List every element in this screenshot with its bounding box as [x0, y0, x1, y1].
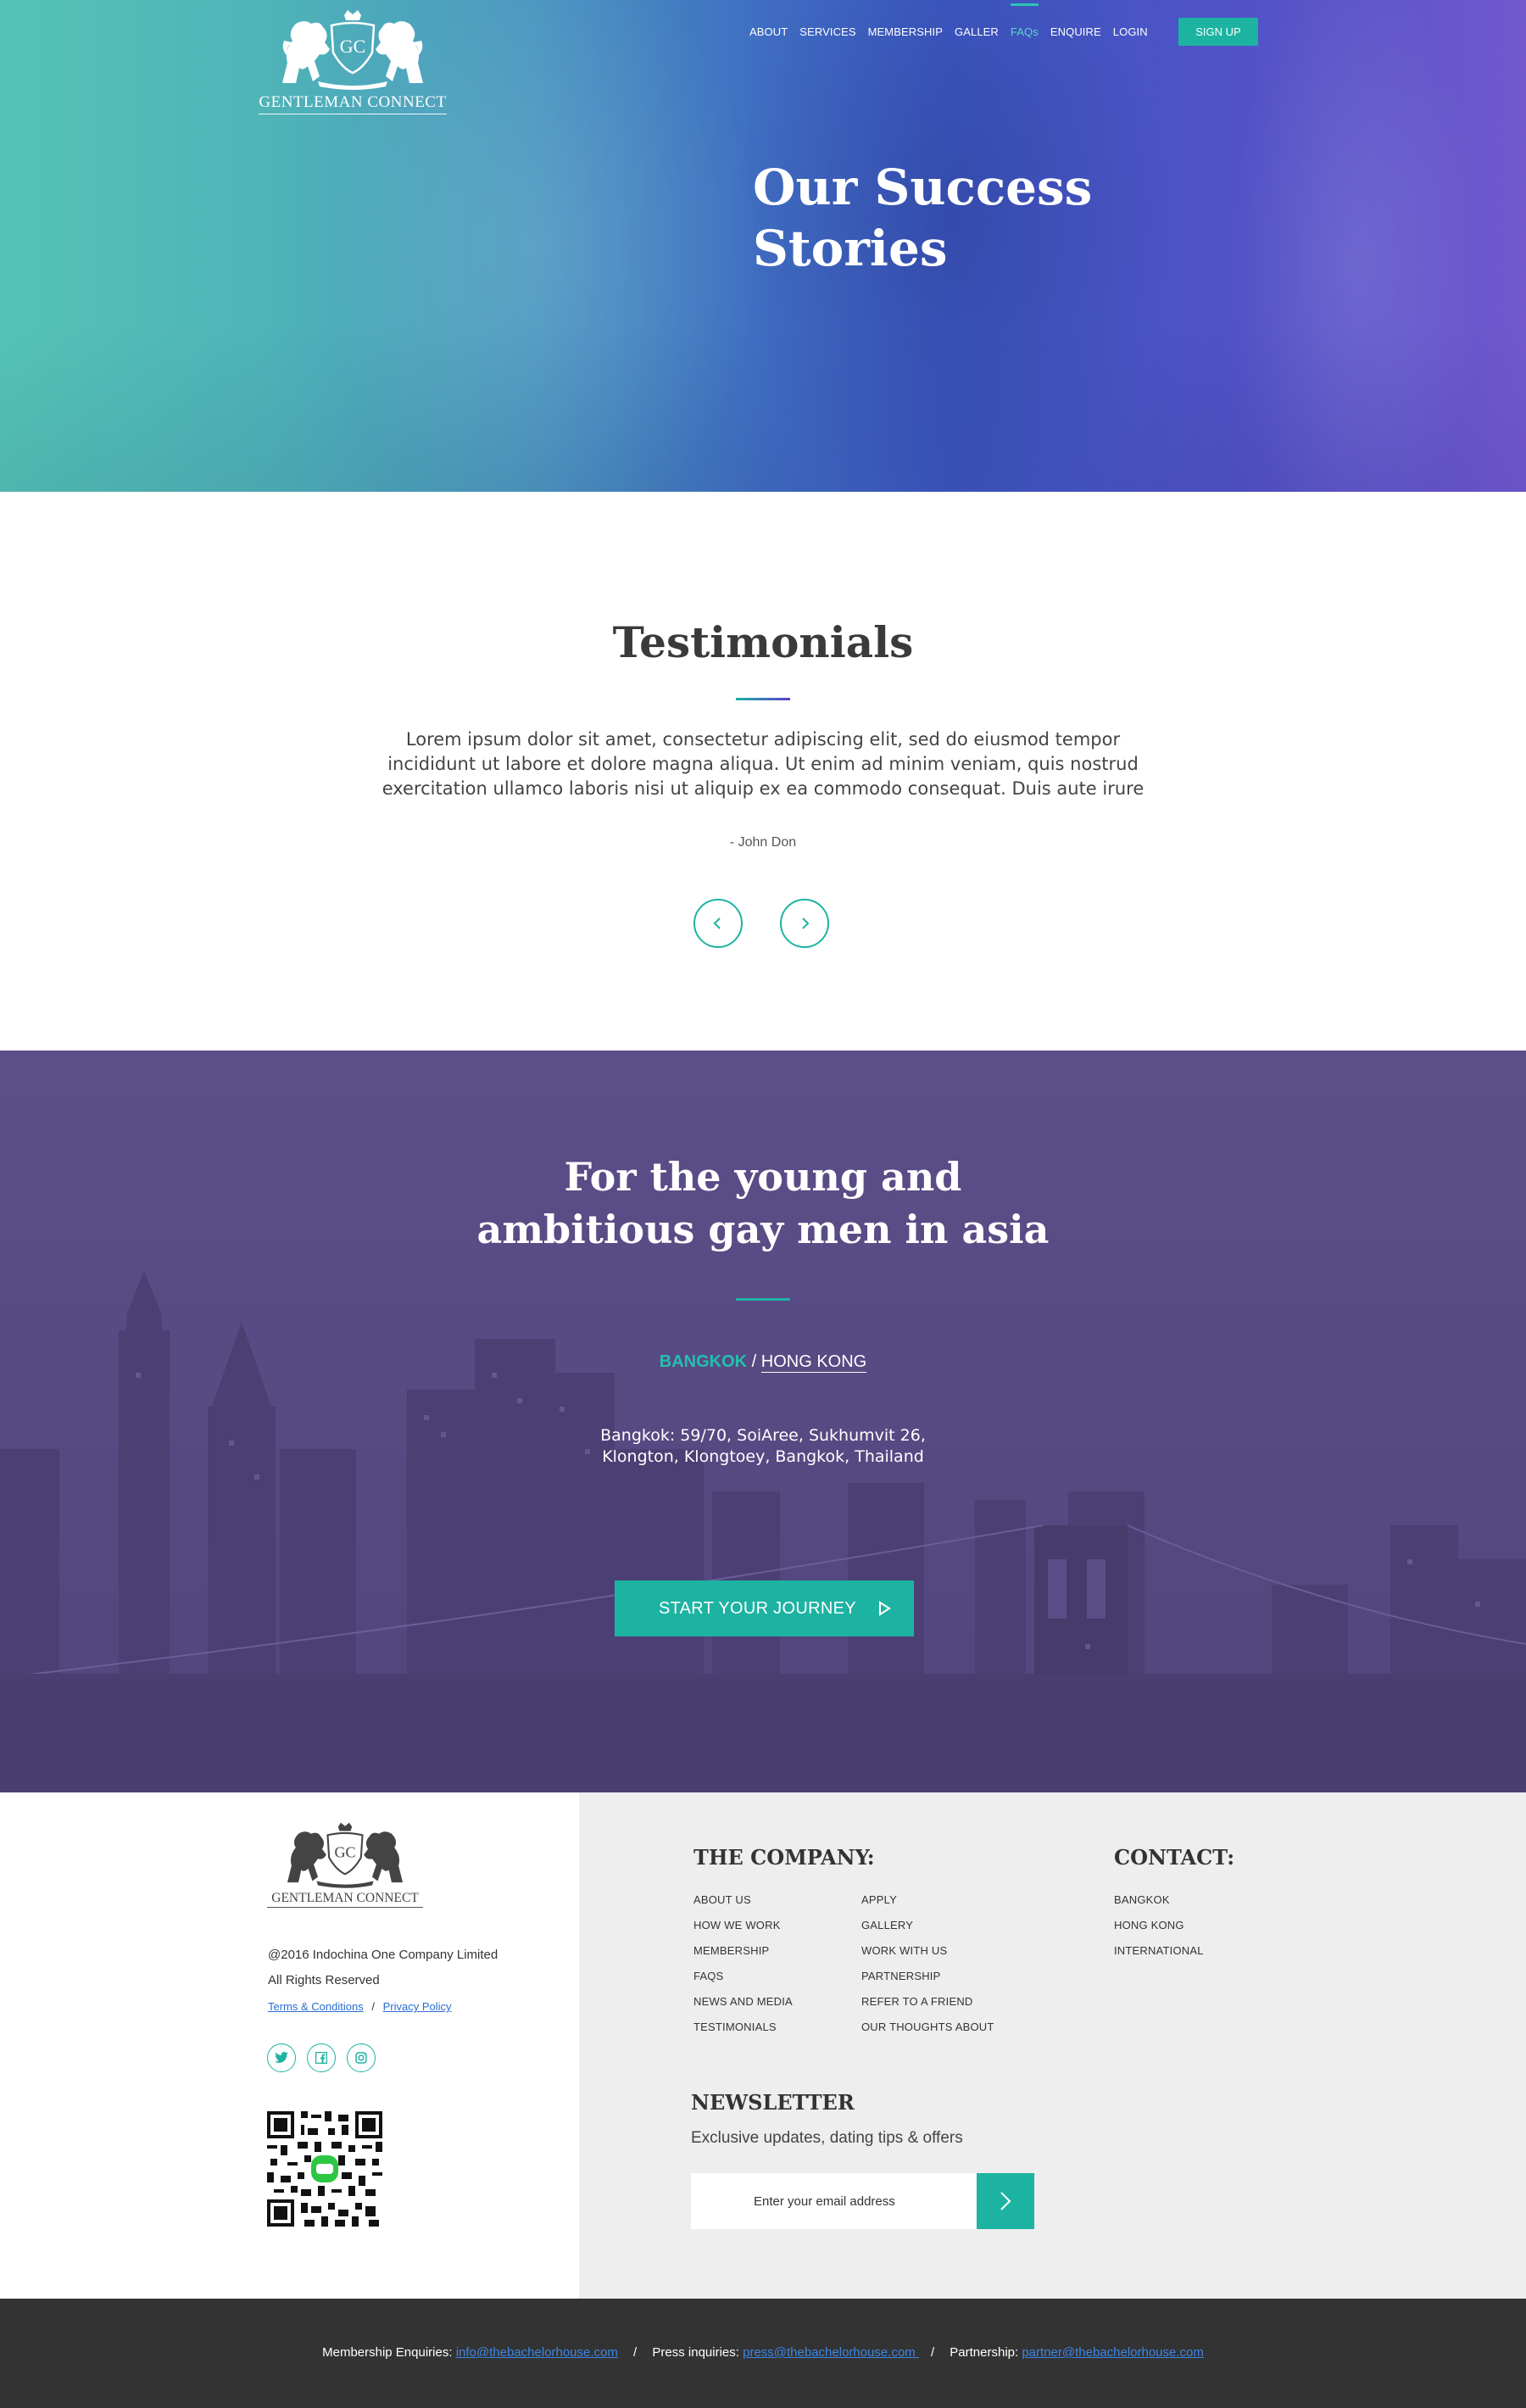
contact-bar-line: Membership Enquiries: info@thebachelorho…: [0, 2345, 1526, 2360]
address-line1: Bangkok: 59/70, SoiAree, Sukhumvit 26,: [600, 1426, 926, 1445]
main-nav: ABOUT SERVICES MEMBERSHIP GALLER FAQs EN…: [749, 3, 1160, 41]
contact-links: BANGKOK HONG KONG INTERNATIONAL: [1114, 1893, 1204, 1970]
crest-icon: GC: [287, 1822, 404, 1888]
city-separator: /: [751, 1352, 757, 1371]
newsletter-subtitle: Exclusive updates, dating tips & offers: [691, 2129, 963, 2147]
cta-heading-line1: For the young and: [564, 1154, 962, 1200]
footer-link-faqs[interactable]: FAQS: [693, 1970, 793, 1995]
line-qr-code: [267, 2111, 382, 2227]
twitter-link[interactable]: [267, 2043, 296, 2072]
chevron-right-icon: [1000, 2192, 1011, 2210]
testimonial-prev-button[interactable]: [693, 899, 743, 948]
legal-links: Terms & Conditions / Privacy Policy: [268, 2000, 452, 2013]
partnership-label: Partnership:: [950, 2345, 1019, 2360]
nav-login[interactable]: LOGIN: [1113, 25, 1148, 38]
signup-button[interactable]: SIGN UP: [1178, 18, 1258, 46]
footer-link-membership[interactable]: MEMBERSHIP: [693, 1944, 793, 1970]
twitter-icon: [275, 2052, 288, 2063]
heading-divider: [736, 698, 790, 700]
testimonials-heading: Testimonials: [612, 617, 914, 667]
start-journey-label: START YOUR JOURNEY: [659, 1599, 856, 1618]
footer-link-gallery[interactable]: GALLERY: [861, 1919, 994, 1944]
newsletter-submit-button[interactable]: [977, 2173, 1034, 2229]
footer-logo-monogram: GC: [334, 1844, 355, 1861]
address-line2: Klongton, Klongtoey, Bangkok, Thailand: [602, 1447, 924, 1466]
footer-link-testimonials[interactable]: TESTIMONIALS: [693, 2021, 793, 2046]
page-title: Our Success Stories: [753, 157, 1177, 279]
cta-heading-line2: ambitious gay men in asia: [476, 1207, 1050, 1252]
footer-logo[interactable]: GC GENTLEMAN CONNECT: [267, 1821, 423, 1910]
page-title-line2: Stories: [753, 220, 948, 277]
footer-link-news-media[interactable]: NEWS AND MEDIA: [693, 1995, 793, 2021]
footer-logo-wordmark: GENTLEMAN CONNECT: [267, 1891, 423, 1908]
press-email-link[interactable]: press@thebachelorhouse.com: [743, 2345, 919, 2360]
start-journey-button[interactable]: START YOUR JOURNEY: [615, 1580, 914, 1636]
nav-membership[interactable]: MEMBERSHIP: [868, 25, 943, 38]
hero-section: GC GENTLEMAN CONNECT ABOUT SERVICES MEMB…: [0, 0, 1526, 492]
crest-icon: GC: [282, 10, 423, 90]
instagram-link[interactable]: [347, 2043, 376, 2072]
contact-heading: CONTACT:: [1114, 1845, 1235, 1870]
partnership-email-link[interactable]: partner@thebachelorhouse.com: [1022, 2345, 1204, 2360]
membership-email-link[interactable]: info@thebachelorhouse.com: [456, 2345, 618, 2360]
chevron-left-icon: [713, 917, 721, 929]
contact-separator: /: [930, 2345, 935, 2360]
contact-link-international[interactable]: INTERNATIONAL: [1114, 1944, 1204, 1970]
membership-label: Membership Enquiries:: [322, 2345, 453, 2360]
cta-divider: [736, 1298, 790, 1301]
nav-services[interactable]: SERVICES: [799, 25, 855, 38]
privacy-link[interactable]: Privacy Policy: [383, 2000, 452, 2013]
footer-link-how-we-work[interactable]: HOW WE WORK: [693, 1919, 793, 1944]
contact-link-bangkok[interactable]: BANGKOK: [1114, 1893, 1204, 1919]
logo-wordmark: GENTLEMAN CONNECT: [259, 93, 447, 114]
contact-bar: Membership Enquiries: info@thebachelorho…: [0, 2299, 1526, 2408]
play-icon: [879, 1601, 891, 1616]
city-address: Bangkok: 59/70, SoiAree, Sukhumvit 26, K…: [0, 1425, 1526, 1468]
instagram-icon: [355, 2052, 367, 2064]
city-tab-hong-kong[interactable]: HONG KONG: [760, 1352, 867, 1373]
footer-link-work-with-us[interactable]: WORK WITH US: [861, 1944, 994, 1970]
site-logo[interactable]: GC GENTLEMAN CONNECT: [259, 8, 447, 114]
nav-about[interactable]: ABOUT: [749, 25, 788, 38]
qr-code-icon: [267, 2111, 382, 2227]
cta-heading: For the young and ambitious gay men in a…: [0, 1151, 1526, 1256]
city-switcher: BANGKOK / HONG KONG: [0, 1352, 1526, 1373]
social-links: [267, 2043, 387, 2072]
rights-text: All Rights Reserved: [268, 1973, 380, 1987]
contact-link-hong-kong[interactable]: HONG KONG: [1114, 1919, 1204, 1944]
footer-link-refer-friend[interactable]: REFER TO A FRIEND: [861, 1995, 994, 2021]
facebook-icon: [315, 2052, 327, 2064]
cta-section: For the young and ambitious gay men in a…: [0, 1051, 1526, 1792]
press-label: Press inquiries:: [652, 2345, 739, 2360]
chevron-right-icon: [802, 917, 810, 929]
page-title-line1: Our Success: [753, 159, 1093, 216]
footer-link-about-us[interactable]: ABOUT US: [693, 1893, 793, 1919]
nav-faqs[interactable]: FAQs: [1010, 3, 1039, 38]
nav-enquire[interactable]: ENQUIRE: [1050, 25, 1101, 38]
logo-monogram: GC: [340, 36, 366, 57]
newsletter-email-input[interactable]: [691, 2173, 977, 2229]
footer-link-apply[interactable]: APPLY: [861, 1893, 994, 1919]
facebook-link[interactable]: [307, 2043, 336, 2072]
contact-separator: /: [633, 2345, 638, 2360]
footer-link-partnership[interactable]: PARTNERSHIP: [861, 1970, 994, 1995]
city-tab-bangkok[interactable]: BANGKOK: [660, 1352, 747, 1371]
company-heading: THE COMPANY:: [693, 1845, 875, 1870]
legal-separator: /: [371, 2000, 375, 2013]
testimonial-next-button[interactable]: [780, 899, 829, 948]
hero-fade: [0, 322, 1526, 492]
testimonial-quote: Lorem ipsum dolor sit amet, consectetur …: [382, 729, 1144, 799]
terms-link[interactable]: Terms & Conditions: [268, 2000, 364, 2013]
company-links-col1: ABOUT US HOW WE WORK MEMBERSHIP FAQS NEW…: [693, 1893, 793, 2046]
company-links-col2: APPLY GALLERY WORK WITH US PARTNERSHIP R…: [861, 1893, 994, 2046]
testimonial-author: - John Don: [729, 835, 797, 850]
newsletter-heading: NEWSLETTER: [691, 2090, 855, 2115]
footer-link-our-thoughts[interactable]: OUR THOUGHTS ABOUT: [861, 2021, 994, 2046]
nav-gallery[interactable]: GALLER: [955, 25, 999, 38]
copyright-text: @2016 Indochina One Company Limited: [268, 1948, 498, 1962]
